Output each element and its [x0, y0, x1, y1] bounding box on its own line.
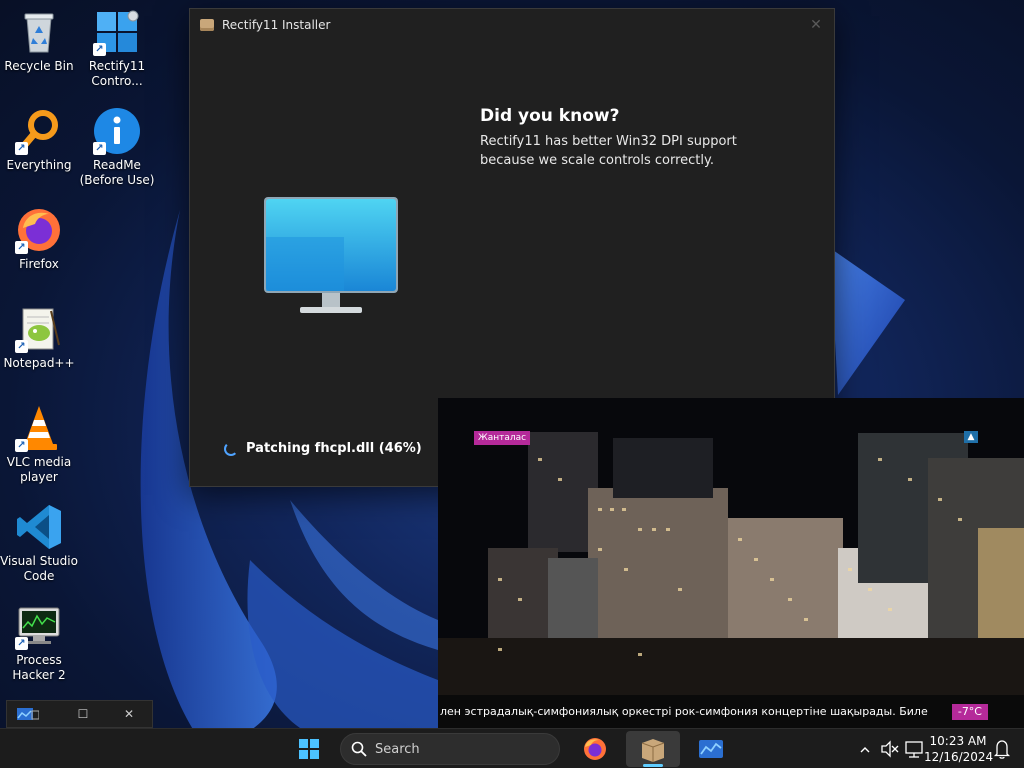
did-you-know-body: Rectify11 has better Win32 DPI support b…	[480, 134, 737, 168]
clock-time: 10:23 AM	[929, 734, 987, 748]
progress-row: Patching fhcpl.dll (46%)	[224, 441, 422, 456]
video-player-window[interactable]: Жанталас ▲ лен эстрадалық-симфониялық ор…	[438, 398, 1024, 728]
rectify11-control-icon: ↗	[93, 8, 141, 56]
media-player-icon	[17, 708, 39, 720]
start-button[interactable]	[289, 733, 329, 765]
chevron-up-icon[interactable]	[856, 729, 874, 768]
speaker-muted-icon[interactable]	[878, 729, 900, 768]
desktop-icon-notepadplusplus[interactable]: ↗ Notepad++	[0, 305, 78, 371]
desktop-icon-label: Recycle Bin	[4, 59, 74, 73]
search-icon	[351, 741, 367, 757]
info-icon: ↗	[93, 107, 141, 155]
firefox-icon	[584, 738, 606, 760]
window-close-button[interactable]: ✕	[806, 15, 826, 35]
window-titlebar[interactable]: Rectify11 Installer	[190, 9, 834, 41]
system-tray	[856, 729, 926, 768]
vlc-cone-icon: ↗	[15, 404, 63, 452]
shortcut-arrow-icon: ↗	[15, 637, 28, 650]
desktop-icon-recycle-bin[interactable]: Recycle Bin	[0, 8, 78, 74]
process-hacker-monitor-icon: ↗	[15, 602, 63, 650]
everything-search-icon: ↗	[15, 107, 63, 155]
installer-box-icon	[200, 19, 214, 31]
news-ticker: лен эстрадалық-симфониялық оркестрі рок-…	[438, 695, 1024, 728]
vscode-icon	[15, 503, 63, 551]
windows-logo-icon	[299, 739, 319, 759]
notification-bell-icon[interactable]	[992, 729, 1012, 768]
desktop-icon-process-hacker[interactable]: ↗ Process Hacker 2	[0, 602, 78, 683]
shortcut-arrow-icon: ↗	[93, 43, 106, 56]
desktop-icon-label: Rectify11 Contro...	[88, 59, 146, 88]
desktop-icon-firefox[interactable]: ↗ Firefox	[0, 206, 78, 272]
search-placeholder: Search	[375, 741, 420, 757]
shortcut-arrow-icon: ↗	[93, 142, 106, 155]
desktop-icon-label: ReadMe (Before Use)	[79, 158, 155, 187]
taskbar-search-box[interactable]: Search	[340, 733, 560, 765]
mini-close-button[interactable]: ✕	[118, 703, 140, 725]
did-you-know-heading: Did you know?	[480, 106, 620, 126]
desktop-icon-rectify11-control[interactable]: ↗ Rectify11 Contro...	[78, 8, 156, 89]
ticker-text: лен эстрадалық-симфониялық оркестрі рок-…	[440, 705, 928, 718]
desktop-icon-vscode[interactable]: Visual Studio Code	[0, 503, 78, 584]
channel-badge: Жанталас	[474, 431, 531, 445]
network-icon[interactable]	[902, 729, 926, 768]
taskbar-app-firefox[interactable]	[568, 731, 622, 767]
taskbar-clock[interactable]: 10:23 AM 12/16/2024	[924, 733, 994, 765]
taskbar: Search 10:23 AM 12/16/2024	[0, 728, 1024, 768]
shortcut-arrow-icon: ↗	[15, 142, 28, 155]
firefox-icon: ↗	[15, 206, 63, 254]
shortcut-arrow-icon: ↗	[15, 439, 28, 452]
desktop-icon-label: Process Hacker 2	[12, 653, 66, 682]
desktop-icon-label: Notepad++	[3, 356, 75, 370]
progress-status-text: Patching fhcpl.dll (46%)	[246, 441, 422, 456]
loading-spinner-icon	[224, 441, 238, 456]
notepadplusplus-icon: ↗	[15, 305, 63, 353]
desktop-icon-label: Visual Studio Code	[0, 554, 78, 583]
desktop-icon-vlc[interactable]: ↗ VLC media player	[0, 404, 78, 485]
media-player-icon	[699, 740, 723, 758]
desktop-icon-readme[interactable]: ↗ ReadMe (Before Use)	[78, 107, 156, 188]
recycle-bin-icon	[15, 8, 63, 56]
floating-mini-toolbar: ☐ ✕	[6, 700, 153, 728]
desktop-icon-label: Everything	[6, 158, 72, 172]
taskbar-app-rectify11-installer[interactable]	[626, 731, 680, 767]
active-app-indicator	[643, 764, 663, 767]
mini-maximize-button[interactable]: ☐	[72, 703, 94, 725]
shortcut-arrow-icon: ↗	[15, 340, 28, 353]
desktop-icon-everything[interactable]: ↗ Everything	[0, 107, 78, 173]
shortcut-arrow-icon: ↗	[15, 241, 28, 254]
corner-logo-badge: ▲	[964, 431, 978, 443]
clock-date: 12/16/2024	[924, 750, 994, 764]
desktop-icon-label: Firefox	[19, 257, 59, 271]
monitor-illustration-icon	[264, 197, 400, 329]
window-title: Rectify11 Installer	[222, 18, 331, 32]
taskbar-app-media-player[interactable]	[684, 731, 738, 767]
temperature-badge: -7°C	[951, 703, 988, 720]
desktop-icon-label: VLC media player	[6, 455, 72, 484]
installer-box-icon	[641, 739, 665, 762]
